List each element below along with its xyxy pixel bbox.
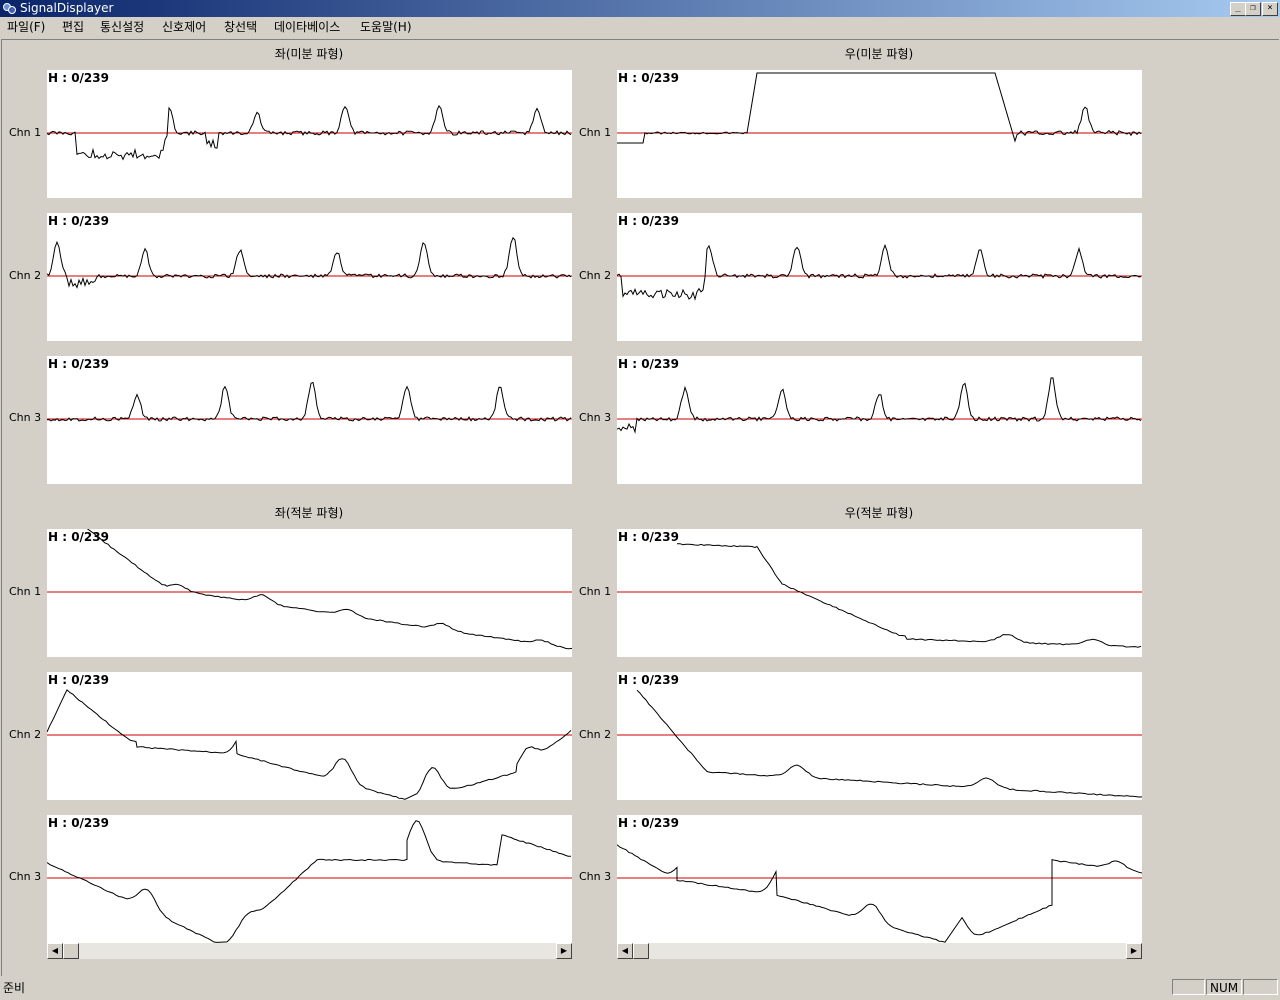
- channel-label-2: Chn 2: [579, 728, 612, 741]
- plot-header: H : 0/239: [48, 357, 109, 371]
- menu-edit[interactable]: 편집: [62, 19, 84, 35]
- signal-trace: [617, 243, 1142, 301]
- plot-left-integ-ch1: H : 0/239: [47, 529, 572, 657]
- plot-header: H : 0/239: [618, 71, 679, 85]
- signal-trace: [47, 820, 572, 943]
- waveform: [617, 689, 1142, 798]
- menu-bar: 파일(F) 편집 통신설정 신호제어 창선택 데이타베이스 도움말(H): [0, 17, 1280, 38]
- plot-header: H : 0/239: [618, 214, 679, 228]
- status-text: 준비: [3, 981, 26, 995]
- plot-header: H : 0/239: [48, 71, 109, 85]
- waveform: [47, 236, 572, 289]
- status-bar: 준비 NUM: [0, 977, 1280, 1000]
- plot-header: H : 0/239: [48, 530, 109, 544]
- signal-trace: [677, 543, 1142, 648]
- channel-label-2: Chn 2: [579, 269, 612, 282]
- plot-left-diff-ch2: H : 0/239: [47, 213, 572, 341]
- signal-trace: [47, 236, 572, 289]
- scroll-right-arrow-icon[interactable]: ▶: [556, 943, 572, 959]
- waveform: [47, 381, 572, 422]
- menu-help[interactable]: 도움말(H): [360, 19, 412, 35]
- waveform: [47, 689, 572, 800]
- title-bar: SignalDisplayer _ ❐ ×: [0, 0, 1280, 17]
- scroll-thumb[interactable]: [63, 943, 79, 959]
- waveform: [617, 72, 1142, 144]
- signal-trace: [617, 377, 1142, 434]
- signal-trace: [86, 529, 572, 650]
- status-pane-num: NUM: [1206, 979, 1242, 995]
- menu-database[interactable]: 데이타베이스: [274, 19, 340, 35]
- horizontal-scrollbar-right[interactable]: ◀ ▶: [617, 943, 1142, 959]
- plot-header: H : 0/239: [618, 530, 679, 544]
- channel-label-3: Chn 3: [579, 411, 612, 424]
- waveform: [47, 104, 572, 161]
- channel-label-2: Chn 2: [9, 269, 42, 282]
- section-title-right-integ: 우(적분 파형): [844, 506, 914, 520]
- channel-label-3: Chn 3: [9, 870, 42, 883]
- signal-trace: [47, 381, 572, 422]
- minimize-button[interactable]: _: [1230, 2, 1246, 16]
- plot-header: H : 0/239: [618, 357, 679, 371]
- waveform: [47, 529, 572, 650]
- section-title-left-diff: 좌(미분 파형): [274, 47, 344, 61]
- section-title-left-integ: 좌(적분 파형): [274, 506, 344, 520]
- menu-file[interactable]: 파일(F): [7, 19, 45, 35]
- app-icon: [3, 3, 16, 14]
- channel-label-3: Chn 3: [9, 411, 42, 424]
- plot-right-integ-ch1: H : 0/239: [617, 529, 1142, 657]
- window-title: SignalDisplayer: [20, 1, 114, 15]
- channel-label-1: Chn 1: [9, 126, 42, 139]
- scroll-left-arrow-icon[interactable]: ◀: [617, 943, 633, 959]
- close-button[interactable]: ×: [1262, 2, 1278, 16]
- plot-right-diff-ch3: H : 0/239: [617, 356, 1142, 484]
- menu-window[interactable]: 창선택: [224, 19, 257, 35]
- plot-header: H : 0/239: [48, 816, 109, 830]
- channel-label-1: Chn 1: [579, 126, 612, 139]
- scroll-right-arrow-icon[interactable]: ▶: [1126, 943, 1142, 959]
- scroll-left-arrow-icon[interactable]: ◀: [47, 943, 63, 959]
- signal-trace: [617, 844, 1142, 943]
- channel-label-1: Chn 1: [579, 585, 612, 598]
- plot-right-integ-ch2: H : 0/239: [617, 672, 1142, 800]
- plot-right-integ-ch3: H : 0/239: [617, 815, 1142, 943]
- channel-label-2: Chn 2: [9, 728, 42, 741]
- signal-trace: [636, 689, 1142, 798]
- scroll-thumb[interactable]: [633, 943, 649, 959]
- waveform: [617, 377, 1142, 434]
- plot-left-integ-ch2: H : 0/239: [47, 672, 572, 800]
- plot-header: H : 0/239: [618, 816, 679, 830]
- waveform: [617, 543, 1142, 648]
- menu-comm-settings[interactable]: 통신설정: [100, 19, 144, 35]
- status-pane-scrl: [1243, 979, 1278, 995]
- plot-right-diff-ch2: H : 0/239: [617, 213, 1142, 341]
- signal-trace: [47, 689, 572, 800]
- plot-right-diff-ch1: H : 0/239: [617, 70, 1142, 198]
- channel-label-1: Chn 1: [9, 585, 42, 598]
- horizontal-scrollbar-left[interactable]: ◀ ▶: [47, 943, 572, 959]
- waveform: [617, 844, 1142, 943]
- waveform: [617, 243, 1142, 301]
- plot-header: H : 0/239: [48, 214, 109, 228]
- plot-header: H : 0/239: [618, 673, 679, 687]
- plot-left-integ-ch3: H : 0/239: [47, 815, 572, 943]
- section-title-right-diff: 우(미분 파형): [844, 47, 914, 61]
- status-pane-caps: [1172, 979, 1205, 995]
- plot-header: H : 0/239: [48, 673, 109, 687]
- menu-signal-control[interactable]: 신호제어: [162, 19, 206, 35]
- channel-label-3: Chn 3: [579, 870, 612, 883]
- restore-button[interactable]: ❐: [1245, 2, 1261, 16]
- plot-left-diff-ch3: H : 0/239: [47, 356, 572, 484]
- plot-left-diff-ch1: H : 0/239: [47, 70, 572, 198]
- waveform: [47, 820, 572, 943]
